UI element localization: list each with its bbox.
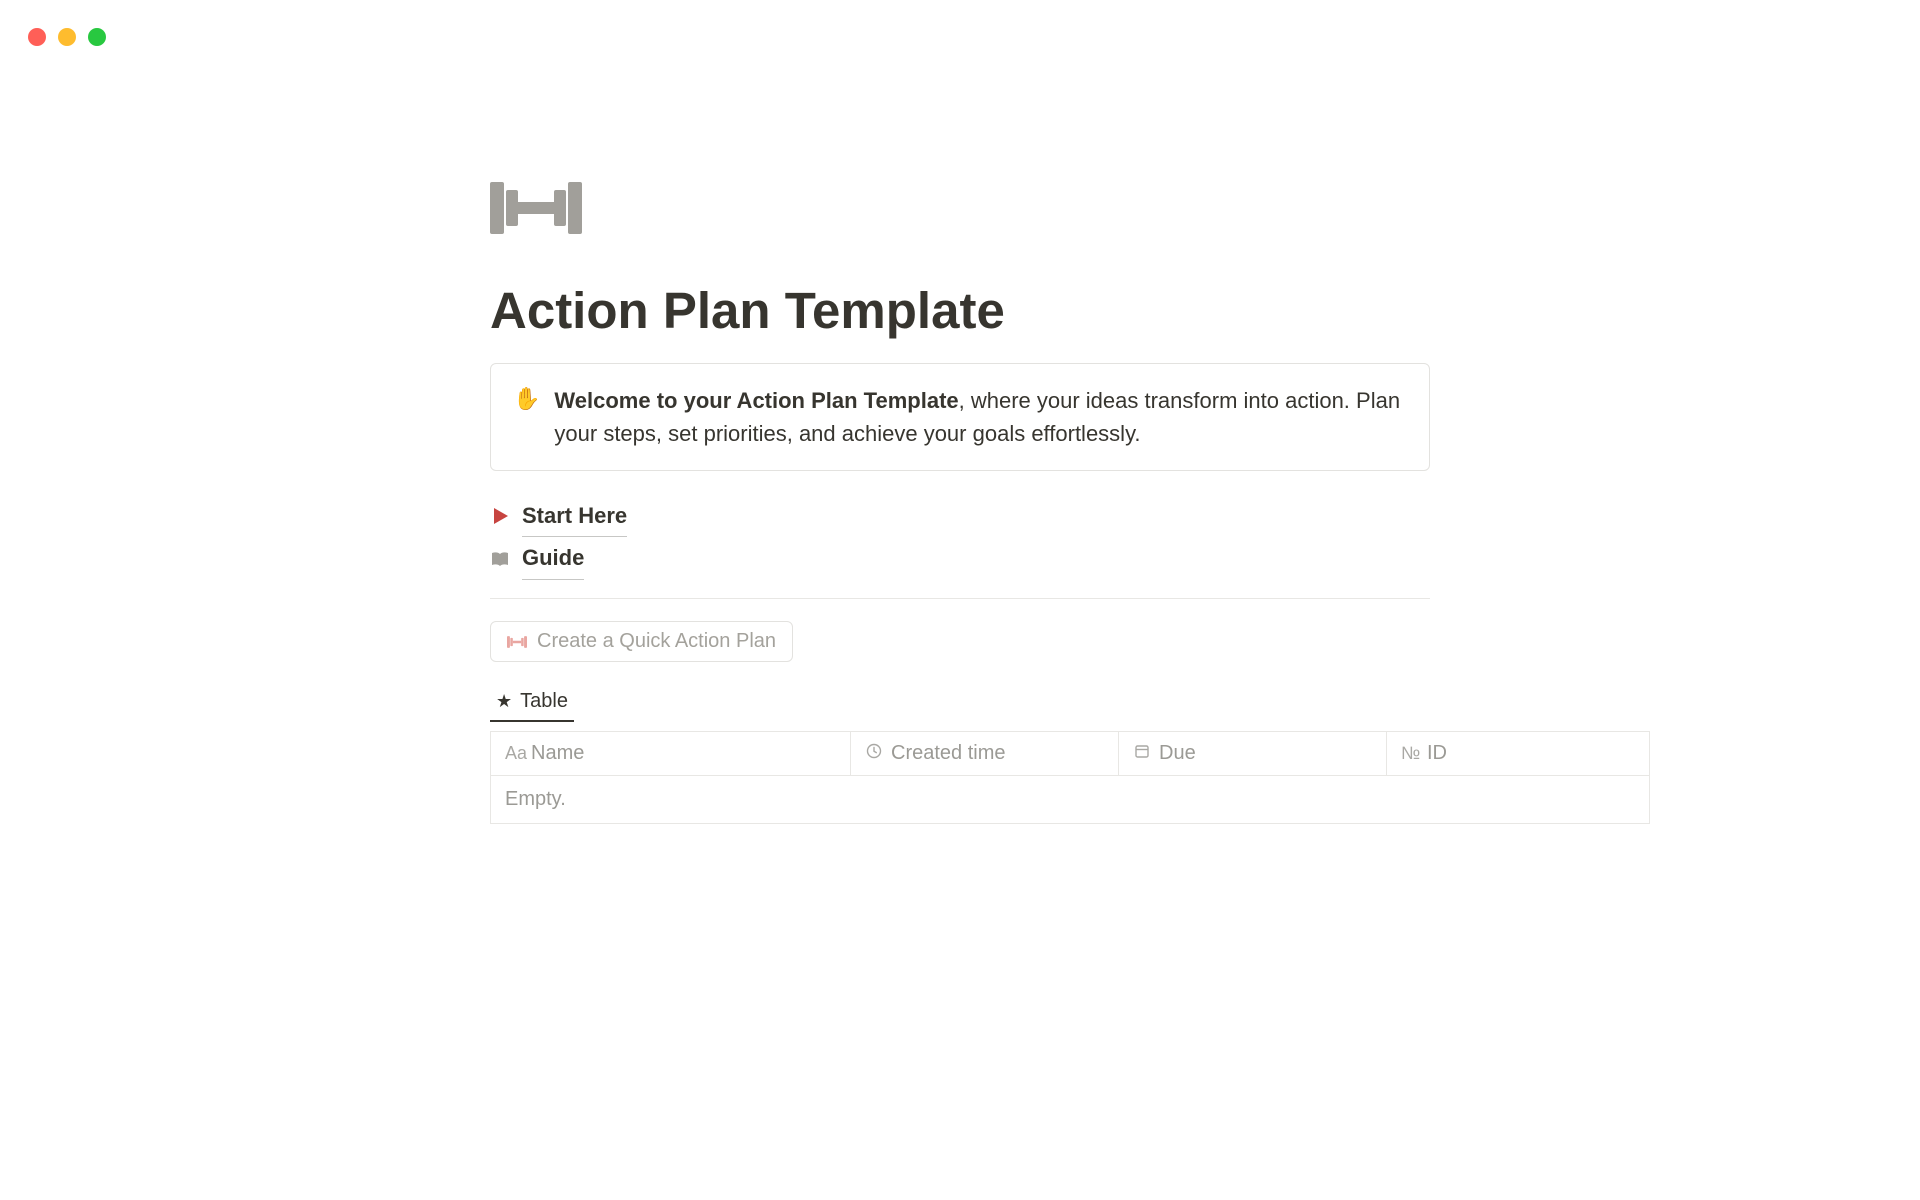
column-header-due[interactable]: Due — [1119, 732, 1387, 775]
calendar-icon — [1133, 743, 1151, 764]
welcome-callout[interactable]: ✋ Welcome to your Action Plan Template, … — [490, 363, 1430, 471]
create-quick-action-plan-button[interactable]: Create a Quick Action Plan — [490, 621, 793, 662]
column-header-created-label: Created time — [891, 742, 1006, 765]
link-guide[interactable]: Guide — [490, 537, 1430, 580]
column-header-name[interactable]: Aa Name — [491, 732, 851, 775]
close-window-button[interactable] — [28, 28, 46, 46]
number-property-icon: № — [1401, 743, 1419, 764]
table-empty-label: Empty. — [505, 788, 566, 810]
column-header-id-label: ID — [1427, 742, 1447, 765]
minimize-window-button[interactable] — [58, 28, 76, 46]
column-header-name-label: Name — [531, 742, 584, 765]
page-content: Action Plan Template ✋ Welcome to your A… — [490, 178, 1430, 824]
link-start-here[interactable]: Start Here — [490, 495, 1430, 538]
divider — [490, 598, 1430, 599]
link-start-here-label: Start Here — [522, 495, 627, 538]
maximize-window-button[interactable] — [88, 28, 106, 46]
play-icon — [490, 506, 510, 526]
database-block: ★ Table Aa Name Created time Due — [490, 680, 1650, 824]
callout-text: Welcome to your Action Plan Template, wh… — [554, 384, 1405, 450]
dumbbell-small-icon — [507, 636, 527, 648]
book-open-icon — [490, 549, 510, 569]
hand-stop-icon: ✋ — [513, 384, 540, 450]
view-tabs: ★ Table — [490, 680, 1650, 732]
create-quick-action-plan-label: Create a Quick Action Plan — [537, 630, 776, 653]
table-header: Aa Name Created time Due № ID — [490, 732, 1650, 776]
column-header-due-label: Due — [1159, 742, 1196, 765]
text-property-icon: Aa — [505, 743, 523, 764]
clock-icon — [865, 743, 883, 764]
callout-bold: Welcome to your Action Plan Template — [554, 388, 958, 413]
view-tab-table[interactable]: ★ Table — [490, 686, 574, 721]
window-controls — [28, 28, 106, 46]
page-dumbbell-icon[interactable] — [490, 178, 582, 238]
view-tab-table-label: Table — [520, 690, 568, 713]
link-guide-label: Guide — [522, 537, 584, 580]
star-icon: ★ — [496, 691, 512, 712]
button-row: Create a Quick Action Plan — [490, 615, 1430, 680]
column-header-id[interactable]: № ID — [1387, 732, 1649, 775]
table-empty-row[interactable]: Empty. — [490, 776, 1650, 824]
page-title[interactable]: Action Plan Template — [490, 282, 1430, 341]
column-header-created-time[interactable]: Created time — [851, 732, 1119, 775]
